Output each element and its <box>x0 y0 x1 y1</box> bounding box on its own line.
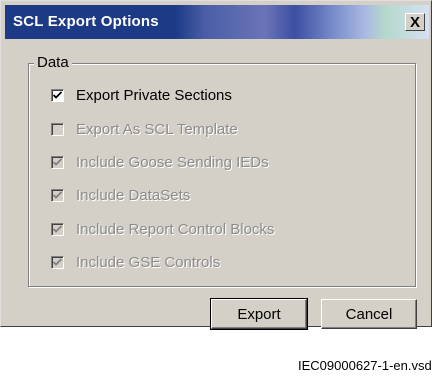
include-report-control-blocks-checkbox <box>51 222 64 236</box>
close-icon: X <box>409 13 420 31</box>
export-private-sections-option[interactable]: Export Private Sections <box>51 85 232 105</box>
export-private-sections-label: Export Private Sections <box>76 86 232 104</box>
include-gse-controls-option: Include GSE Controls <box>51 252 220 272</box>
include-goose-sending-ieds-option: Include Goose Sending IEDs <box>51 152 269 172</box>
data-group-label: Data <box>34 54 72 71</box>
figure-caption: IEC09000627-1-en.vsd <box>298 358 432 373</box>
close-button[interactable]: X <box>405 13 425 31</box>
cancel-button[interactable]: Cancel <box>321 299 417 329</box>
title-bar[interactable]: SCL Export Options X <box>5 5 429 39</box>
export-button[interactable]: Export <box>210 298 308 330</box>
dialog-title: SCL Export Options <box>13 13 159 30</box>
export-as-scl-template-option: Export As SCL Template <box>51 119 238 139</box>
checkmark-icon <box>53 190 62 199</box>
include-datasets-option: Include DataSets <box>51 185 190 205</box>
include-datasets-checkbox <box>51 188 64 202</box>
scl-export-options-dialog: SCL Export Options X Data Export Private… <box>0 0 432 330</box>
checkmark-icon <box>53 224 62 233</box>
checkmark-icon <box>53 257 62 266</box>
export-as-scl-template-label: Export As SCL Template <box>76 120 238 138</box>
include-gse-controls-label: Include GSE Controls <box>76 253 221 271</box>
include-gse-controls-checkbox <box>51 255 64 269</box>
export-as-scl-template-checkbox <box>51 122 64 136</box>
export-private-sections-checkbox[interactable] <box>51 88 64 102</box>
include-goose-sending-ieds-checkbox <box>51 155 64 169</box>
include-datasets-label: Include DataSets <box>76 186 191 204</box>
include-report-control-blocks-option: Include Report Control Blocks <box>51 219 274 239</box>
include-report-control-blocks-label: Include Report Control Blocks <box>76 220 275 238</box>
checkmark-icon <box>53 157 62 166</box>
include-goose-sending-ieds-label: Include Goose Sending IEDs <box>76 153 269 171</box>
checkmark-icon <box>53 90 62 99</box>
